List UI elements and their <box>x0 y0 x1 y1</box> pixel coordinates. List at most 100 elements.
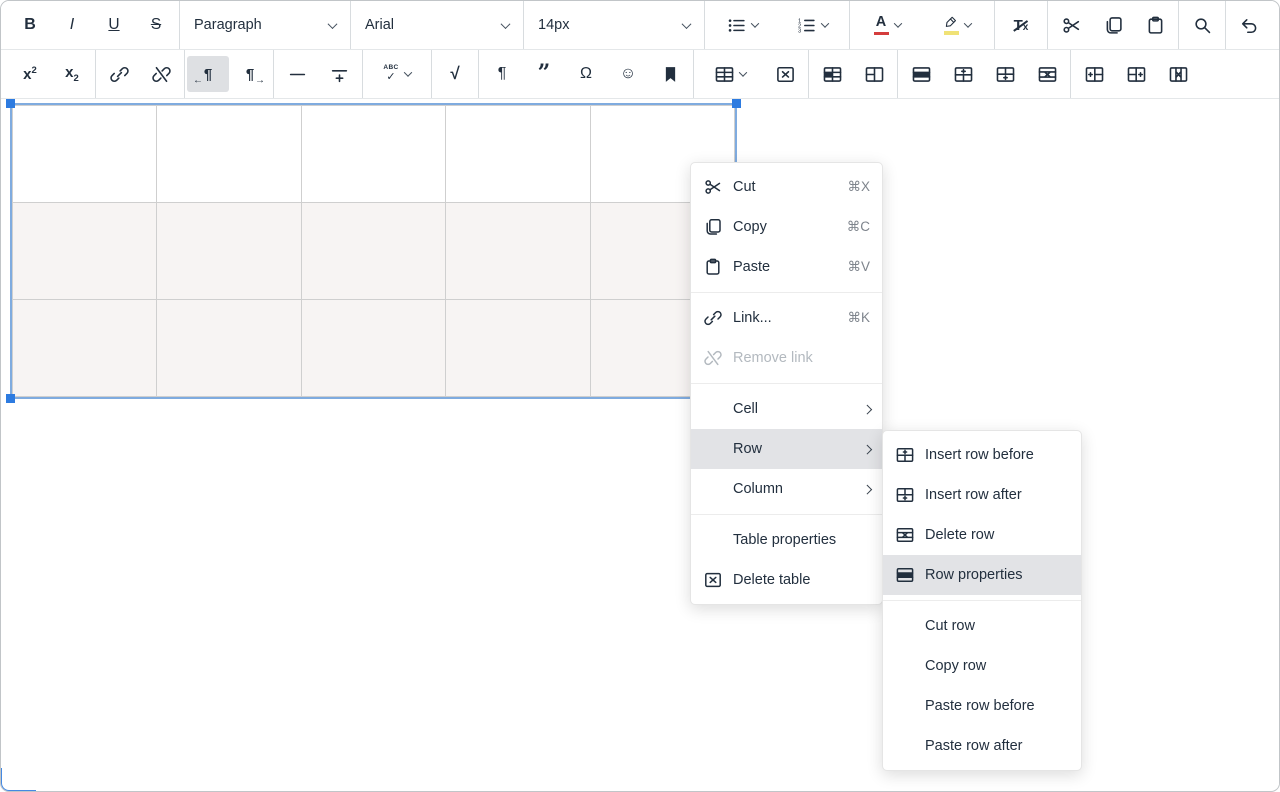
numbered-list-button[interactable]: 123 <box>777 7 847 43</box>
paste-icon <box>1146 16 1165 35</box>
scissors-icon <box>1062 16 1081 35</box>
table-resize-handle[interactable] <box>732 99 741 108</box>
table-icon <box>715 65 734 84</box>
row-properties-button[interactable] <box>900 56 942 92</box>
delete-table-button[interactable] <box>764 56 806 92</box>
underline-button[interactable]: U <box>93 7 135 43</box>
insert-column-after-button[interactable] <box>1115 56 1157 92</box>
unlink-button[interactable] <box>140 56 182 92</box>
bold-button[interactable]: B <box>9 7 51 43</box>
menu-item-link[interactable]: Link... ⌘K <box>691 298 882 338</box>
font-family-select[interactable]: Arial <box>353 7 521 43</box>
table-cell[interactable] <box>301 203 445 300</box>
copy-button[interactable] <box>1092 7 1134 43</box>
table-cell[interactable] <box>157 203 301 300</box>
editor-canvas[interactable] <box>1 99 1279 789</box>
highlight-color-button[interactable] <box>922 7 992 43</box>
square-root-button[interactable]: √ <box>434 56 476 92</box>
table-cell[interactable] <box>157 300 301 397</box>
menu-item-copy[interactable]: Copy ⌘C <box>691 207 882 247</box>
blockquote-button[interactable]: ” <box>523 56 565 92</box>
strikethrough-icon: S <box>151 16 161 34</box>
table-cell[interactable] <box>446 203 590 300</box>
bullet-list-button[interactable] <box>707 7 777 43</box>
special-character-button[interactable]: Ω <box>565 56 607 92</box>
undo-button[interactable] <box>1228 7 1270 43</box>
table-cell[interactable] <box>301 106 445 203</box>
horizontal-rule-icon <box>288 65 307 84</box>
submenu-item-paste-row-after[interactable]: Paste row after <box>883 726 1081 766</box>
menu-item-label: Delete table <box>733 572 870 588</box>
toolbar-separator <box>1178 1 1179 49</box>
toolbar-separator <box>994 1 995 49</box>
highlighter-icon <box>943 16 959 35</box>
menu-item-table-properties[interactable]: Table properties <box>691 520 882 560</box>
menu-item-column[interactable]: Column <box>691 469 882 509</box>
bookmark-button[interactable] <box>649 56 691 92</box>
link-icon <box>703 308 723 328</box>
menu-item-delete-table[interactable]: Delete table <box>691 560 882 600</box>
table-cell[interactable] <box>301 300 445 397</box>
cell-properties-button[interactable] <box>811 56 853 92</box>
ltr-button[interactable]: ¶← <box>187 56 229 92</box>
submenu-item-cut-row[interactable]: Cut row <box>883 606 1081 646</box>
insert-row-before-button[interactable] <box>942 56 984 92</box>
page-break-button[interactable] <box>318 56 360 92</box>
delete-row-button[interactable] <box>1026 56 1068 92</box>
toolbar-separator <box>1070 50 1071 98</box>
clear-formatting-button[interactable]: Tx <box>997 7 1045 43</box>
table-cell[interactable] <box>446 300 590 397</box>
menu-item-row[interactable]: Row <box>691 429 882 469</box>
block-format-select[interactable]: Paragraph <box>182 7 348 43</box>
insert-column-before-button[interactable] <box>1073 56 1115 92</box>
chevron-down-icon <box>682 19 692 29</box>
submenu-item-delete-row[interactable]: Delete row <box>883 515 1081 555</box>
cut-button[interactable] <box>1050 7 1092 43</box>
delete-column-button[interactable] <box>1157 56 1199 92</box>
spellcheck-button[interactable]: ABC ✓ <box>365 56 429 92</box>
menu-separator <box>691 292 882 293</box>
copy-icon <box>703 217 723 237</box>
menu-item-remove-link[interactable]: Remove link <box>691 338 882 378</box>
table-cell[interactable] <box>157 106 301 203</box>
table-cell[interactable] <box>13 203 157 300</box>
rtl-button[interactable]: ¶→ <box>229 56 271 92</box>
strikethrough-button[interactable]: S <box>135 7 177 43</box>
insert-row-after-button[interactable] <box>984 56 1026 92</box>
subscript-button[interactable]: x2 <box>51 56 93 92</box>
font-size-select[interactable]: 14px <box>526 7 702 43</box>
svg-text:3: 3 <box>798 28 802 34</box>
horizontal-rule-button[interactable] <box>276 56 318 92</box>
text-color-button[interactable]: A <box>852 7 922 43</box>
toolbar-separator <box>184 50 185 98</box>
chevron-down-icon <box>893 19 901 27</box>
table-cell[interactable] <box>446 106 590 203</box>
submenu-item-copy-row[interactable]: Copy row <box>883 646 1081 686</box>
table-cell[interactable] <box>13 106 157 203</box>
merge-cells-button[interactable] <box>853 56 895 92</box>
selected-table[interactable] <box>10 103 737 399</box>
show-invisibles-button[interactable]: ¶ <box>481 56 523 92</box>
table-button[interactable] <box>696 56 764 92</box>
subscript-icon: x2 <box>65 64 79 84</box>
search-button[interactable] <box>1181 7 1223 43</box>
submenu-item-insert-row-before[interactable]: Insert row before <box>883 435 1081 475</box>
link-button[interactable] <box>98 56 140 92</box>
toolbar-separator <box>523 1 524 49</box>
paste-button[interactable] <box>1134 7 1176 43</box>
font-size-value: 14px <box>538 17 569 33</box>
menu-item-cut[interactable]: Cut ⌘X <box>691 167 882 207</box>
menu-item-paste[interactable]: Paste ⌘V <box>691 247 882 287</box>
emoji-icon: ☺ <box>620 65 636 83</box>
submenu-item-row-properties[interactable]: Row properties <box>883 555 1081 595</box>
submenu-item-insert-row-after[interactable]: Insert row after <box>883 475 1081 515</box>
table-resize-handle[interactable] <box>6 394 15 403</box>
emoji-button[interactable]: ☺ <box>607 56 649 92</box>
menu-item-cell[interactable]: Cell <box>691 389 882 429</box>
table-resize-handle[interactable] <box>6 99 15 108</box>
table-cell[interactable] <box>13 300 157 397</box>
italic-button[interactable]: I <box>51 7 93 43</box>
insert-row-after-icon <box>996 65 1015 84</box>
submenu-item-paste-row-before[interactable]: Paste row before <box>883 686 1081 726</box>
superscript-button[interactable]: x2 <box>9 56 51 92</box>
